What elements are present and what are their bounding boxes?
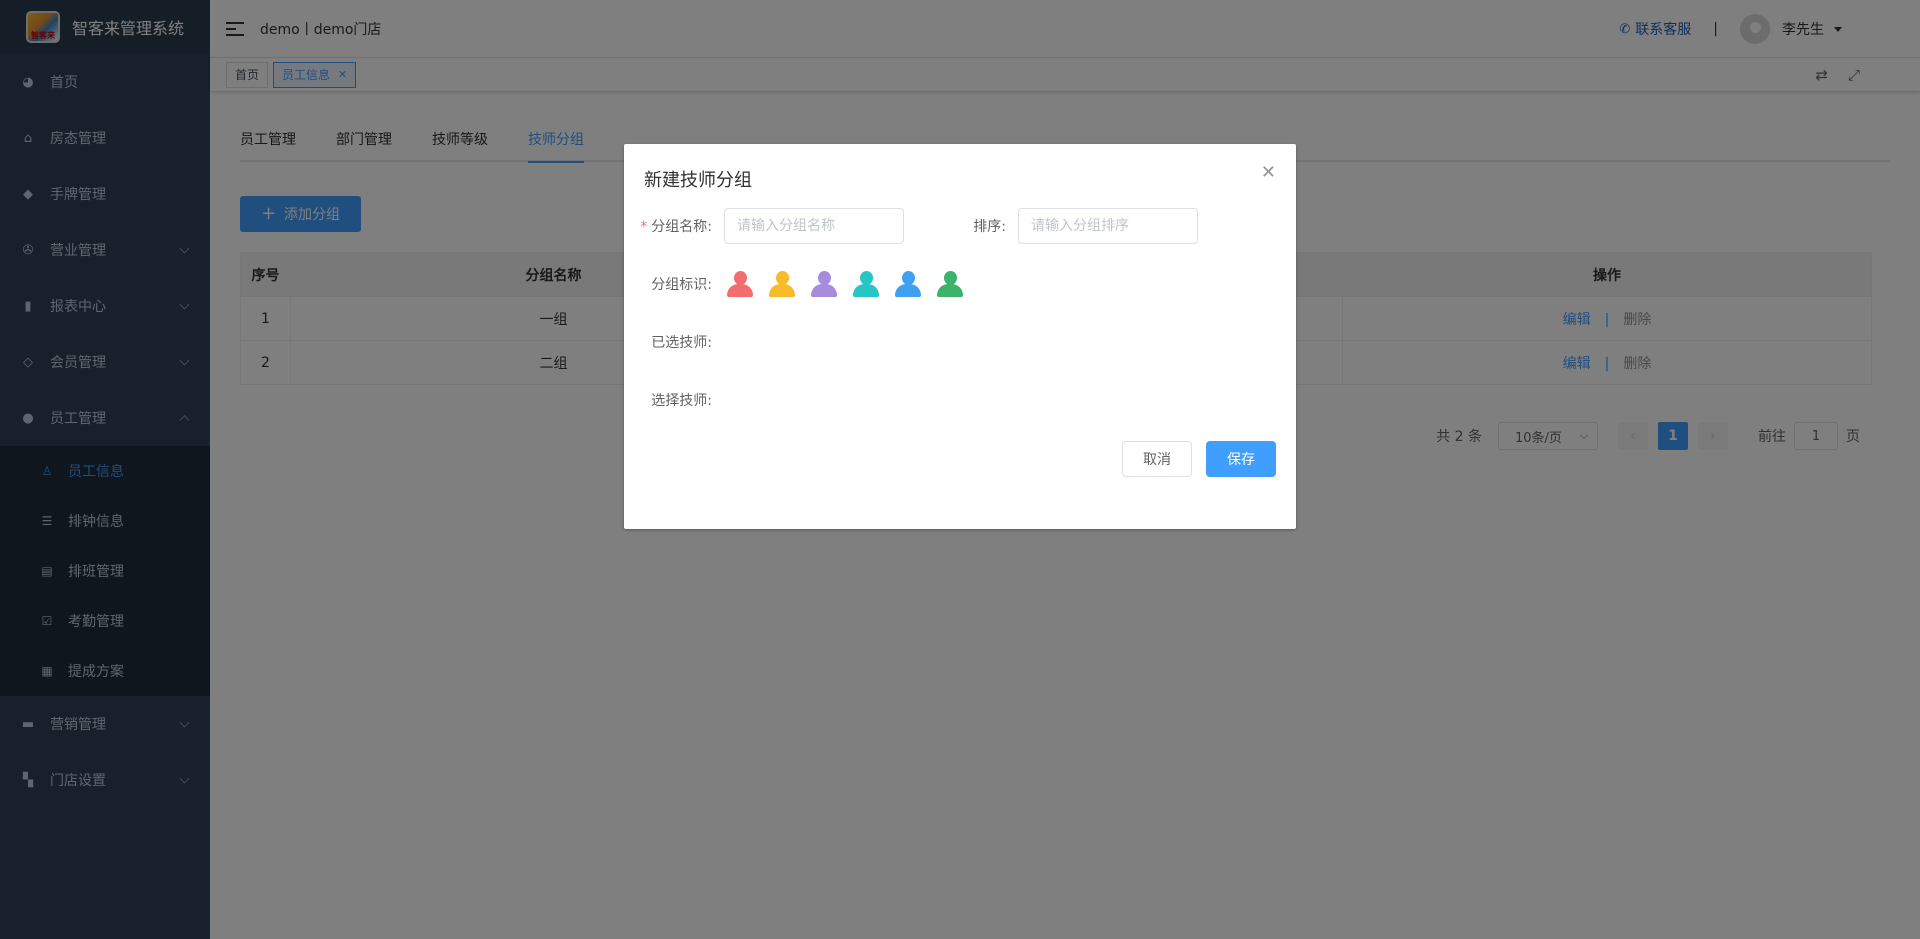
save-button[interactable]: 保存 <box>1206 441 1276 477</box>
close-icon[interactable]: ✕ <box>1261 164 1276 182</box>
person-icon-red[interactable] <box>724 268 756 300</box>
group-mark-options <box>724 268 966 300</box>
group-name-label-text: 分组名称: <box>651 219 712 235</box>
form-row-name: * 分组名称: <box>624 208 904 244</box>
selected-technicians-label: 已选技师: <box>651 335 712 351</box>
person-icon-green[interactable] <box>934 268 966 300</box>
group-name-input[interactable] <box>724 208 904 244</box>
form-row-choose: 选择技师: <box>624 390 724 410</box>
person-icon-orange[interactable] <box>766 268 798 300</box>
new-group-dialog: 新建技师分组 ✕ *分组名称: 排序: 分组标识: 已选技师: 选择技师: 取消… <box>624 144 1296 529</box>
cancel-button[interactable]: 取消 <box>1122 441 1192 477</box>
form-row-selected: 已选技师: <box>624 332 724 352</box>
form-row-mark: 分组标识: <box>624 268 966 300</box>
group-name-label: * 分组名称: <box>624 216 724 236</box>
required-mark: * <box>640 219 648 235</box>
person-icon-blue[interactable] <box>892 268 924 300</box>
person-icon-purple[interactable] <box>808 268 840 300</box>
choose-technicians-label: 选择技师: <box>651 393 712 409</box>
dialog-title: 新建技师分组 <box>644 170 752 191</box>
form-row-sort: 排序: <box>918 208 1198 244</box>
person-icon-teal[interactable] <box>850 268 882 300</box>
sort-input[interactable] <box>1018 208 1198 244</box>
sort-label: 排序: <box>973 219 1006 235</box>
group-mark-label: 分组标识: <box>651 277 712 293</box>
